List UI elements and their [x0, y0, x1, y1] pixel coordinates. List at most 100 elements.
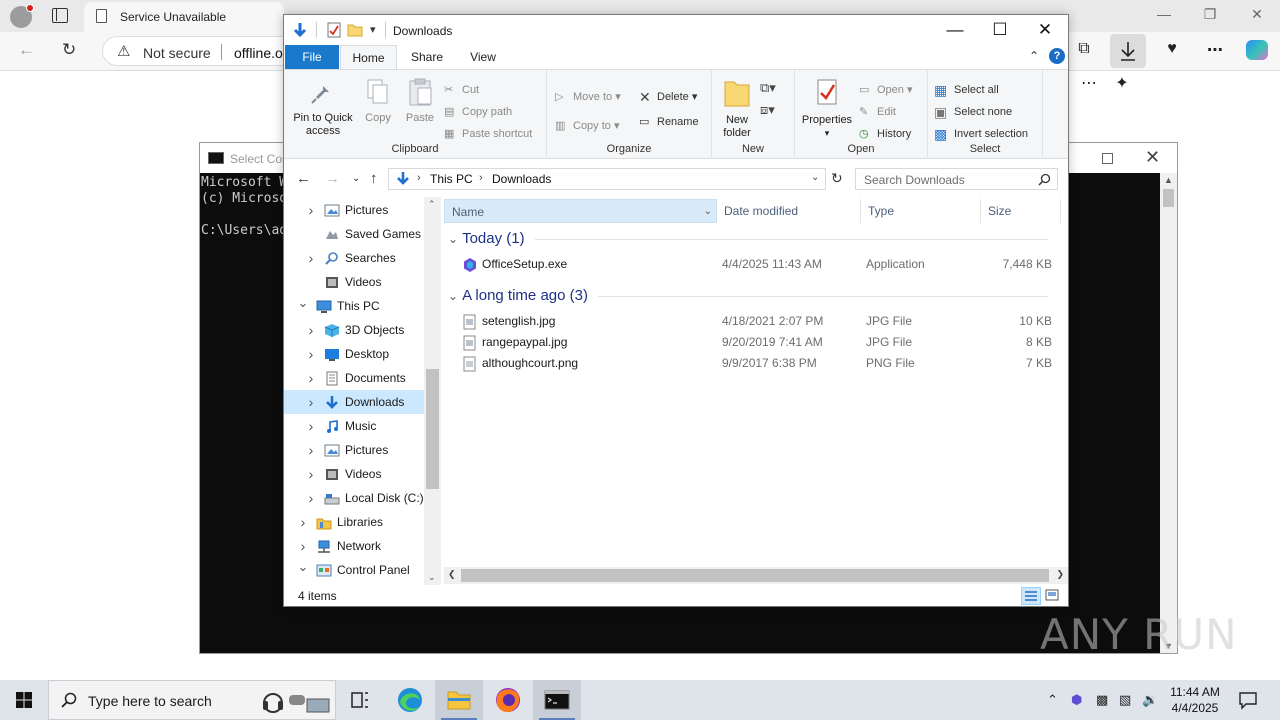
scroll-right-icon[interactable]: ❯ — [1056, 569, 1064, 580]
scroll-left-icon[interactable]: ❮ — [448, 569, 456, 580]
expand-chevron-icon[interactable]: › — [305, 246, 317, 270]
breadcrumb-this-pc[interactable]: This PC — [430, 172, 473, 186]
open-button[interactable]: ▭ Open ▾ — [859, 81, 913, 99]
expand-chevron-icon[interactable]: › — [305, 342, 317, 366]
paste-shortcut-button[interactable]: ▦ Paste shortcut — [444, 125, 532, 143]
expand-chevron-icon[interactable]: › — [305, 318, 317, 342]
scroll-up-icon[interactable]: ▲ — [1164, 175, 1173, 185]
group-collapse-icon[interactable]: ⌄ — [448, 289, 458, 303]
new-item-icon[interactable]: ⧉▾ — [760, 80, 790, 96]
tree-item[interactable]: › Local Disk (C:) — [284, 486, 424, 510]
up-arrow-icon[interactable]: ↑ — [370, 170, 378, 187]
edge-close-button[interactable]: ✕ — [1247, 6, 1267, 23]
security-label[interactable]: Not secure — [143, 45, 211, 61]
delete-button[interactable]: ✕ Delete ▾ — [639, 88, 697, 106]
scroll-thumb[interactable] — [461, 569, 1049, 582]
device-icon[interactable]: ▩ — [1096, 692, 1108, 708]
group-header[interactable]: ⌄ A long time ago (3) — [448, 286, 1048, 306]
edge-restore-button[interactable]: ❐ — [1200, 6, 1220, 23]
group-collapse-icon[interactable]: ⌄ — [448, 232, 458, 246]
taskbar-edge[interactable] — [386, 680, 434, 720]
address-bar[interactable]: › This PC › Downloads ⌄ — [388, 168, 826, 190]
collapse-chevron-icon[interactable]: ⌄ — [297, 555, 309, 579]
column-dropdown-icon[interactable]: ⌄ — [704, 200, 712, 224]
collections-icon[interactable]: ⧉ — [1073, 40, 1095, 58]
taskbar-file-explorer[interactable] — [435, 680, 483, 720]
easy-access-icon[interactable]: ⧈▾ — [760, 102, 790, 118]
tree-item[interactable]: › Downloads — [284, 390, 424, 414]
refresh-icon[interactable]: ↻ — [62, 40, 76, 60]
large-icons-view-button[interactable] — [1043, 587, 1063, 605]
help-icon[interactable]: ? — [1049, 48, 1065, 64]
clock[interactable]: 11:44 AM 4/4/2025 — [1164, 684, 1226, 716]
copy-to-button[interactable]: ▥ Copy to ▾ — [555, 117, 620, 135]
navigation-pane-scrollbar[interactable]: ⌃ ⌄ — [424, 197, 441, 585]
copilot-icon[interactable] — [1246, 40, 1268, 60]
select-all-button[interactable]: ▦ Select all — [934, 81, 999, 99]
select-none-button[interactable]: ▣ Select none — [934, 103, 1012, 121]
tab-view[interactable]: View — [458, 45, 508, 69]
tab-home[interactable]: Home — [340, 45, 397, 69]
tree-item[interactable]: › Searches — [284, 246, 424, 270]
history-button[interactable]: ◷ History — [859, 125, 911, 143]
column-name[interactable]: Name ⌄ — [444, 199, 717, 223]
scroll-thumb[interactable] — [426, 369, 439, 489]
back-arrow-icon[interactable]: ← — [296, 170, 311, 187]
expand-chevron-icon[interactable]: › — [305, 390, 317, 414]
tree-item[interactable]: ⌄ Control Panel — [284, 558, 424, 582]
close-button[interactable]: ✕ — [1022, 18, 1068, 42]
address-dropdown-icon[interactable]: ⌄ — [811, 172, 819, 183]
expand-chevron-icon[interactable]: › — [305, 438, 317, 462]
search-box[interactable]: Search Downloads — [855, 168, 1058, 190]
settings-more-icon[interactable]: ⋯ — [1204, 40, 1226, 60]
taskbar-command-prompt[interactable] — [533, 680, 581, 720]
expand-chevron-icon[interactable]: › — [305, 198, 317, 222]
cmd-scrollbar[interactable]: ▲ ▼ — [1160, 173, 1177, 653]
properties-button[interactable]: Properties ▾ — [799, 76, 855, 140]
task-view-button[interactable] — [336, 680, 384, 720]
minimize-button[interactable]: — — [932, 18, 978, 42]
maximize-button[interactable]: ☐ — [977, 18, 1023, 42]
copy-button[interactable]: Copy — [360, 76, 396, 125]
file-row[interactable]: rangepaypal.jpg 9/20/2019 7:41 AM JPG File… — [442, 332, 1062, 353]
tree-item[interactable]: › Pictures — [284, 198, 424, 222]
scroll-up-icon[interactable]: ⌃ — [428, 199, 436, 210]
browser-tab[interactable]: Service Unavailable — [84, 2, 284, 32]
network-icon[interactable]: ▧ — [1119, 692, 1131, 708]
group-header[interactable]: ⌄ Today (1) — [448, 229, 1048, 249]
tree-item[interactable]: › Music — [284, 414, 424, 438]
edit-button[interactable]: ✎ Edit — [859, 103, 896, 121]
scroll-thumb[interactable] — [1163, 189, 1174, 207]
tree-item[interactable]: Saved Games — [284, 222, 424, 246]
downloads-button[interactable] — [1110, 34, 1146, 68]
collapse-ribbon-icon[interactable]: ⌃ — [1029, 49, 1039, 63]
tree-item[interactable]: › Pictures — [284, 438, 424, 462]
copilot-tray-icon[interactable]: ⬢ — [1071, 692, 1082, 708]
taskbar-search-box[interactable]: Type here to search — [48, 680, 336, 720]
back-arrow-icon[interactable]: ← — [18, 40, 35, 60]
file-row[interactable]: OfficeSetup.exe 4/4/2025 11:43 AM Applicat… — [442, 254, 1062, 275]
edge-minimize-button[interactable]: — — [1154, 6, 1174, 22]
details-view-button[interactable] — [1021, 587, 1041, 605]
tree-item[interactable]: › Videos — [284, 462, 424, 486]
tab-actions-icon[interactable] — [52, 8, 68, 23]
profile-avatar-icon[interactable] — [10, 4, 34, 28]
expand-chevron-icon[interactable]: › — [305, 462, 317, 486]
forward-arrow-icon[interactable]: → — [325, 170, 340, 187]
copy-path-button[interactable]: ▤ Copy path — [444, 103, 512, 121]
address-bar[interactable]: ⚠ Not secure offline.of — [102, 36, 302, 66]
tree-item[interactable]: › Libraries — [284, 510, 424, 534]
file-row[interactable]: setenglish.jpg 4/18/2021 2:07 PM JPG File 1… — [442, 311, 1062, 332]
new-folder-button[interactable]: New folder — [716, 76, 758, 140]
tree-item[interactable]: › Documents — [284, 366, 424, 390]
url-text[interactable]: offline.of — [234, 45, 287, 61]
tab-share[interactable]: Share — [402, 45, 452, 69]
expand-chevron-icon[interactable]: › — [297, 510, 309, 534]
pin-icon[interactable]: ✦ — [1111, 73, 1133, 93]
tree-item[interactable]: › 3D Objects — [284, 318, 424, 342]
properties-quick-icon[interactable] — [326, 22, 342, 38]
file-row[interactable]: althoughcourt.png 9/9/2017 6:38 PM PNG Fil… — [442, 353, 1062, 374]
tab-file[interactable]: File — [285, 45, 339, 69]
show-hidden-icons-icon[interactable]: ⌃ — [1047, 692, 1058, 708]
scroll-down-icon[interactable]: ⌄ — [428, 572, 436, 583]
